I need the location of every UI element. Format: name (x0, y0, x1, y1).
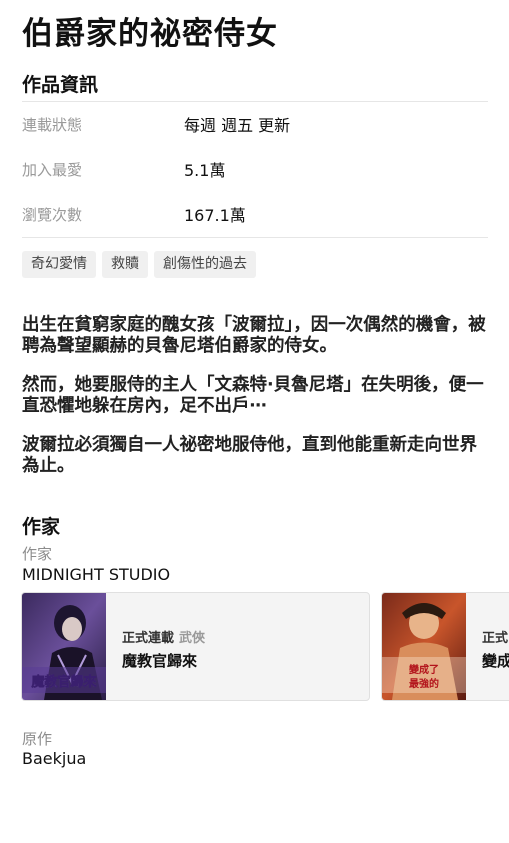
work-genre: 武俠 (179, 631, 206, 646)
work-status: 正式 (482, 631, 509, 646)
description-paragraph: 出生在貧窮家庭的醜女孩「波爾拉」，因一次偶然的機會，被聘為聲望顯赫的貝魯尼塔伯爵… (22, 315, 486, 356)
author-label: 作家 (22, 545, 53, 563)
info-value: 5.1萬 (184, 161, 226, 180)
divider (22, 237, 488, 238)
author-works-carousel[interactable]: 魔教官歸來 正式連載 武俠 魔教官歸來 變成了 最強的 正式 變 (21, 592, 509, 702)
info-row-favorites: 加入最愛 5.1萬 (22, 154, 488, 184)
work-title: 魔教官歸來 (122, 652, 198, 670)
info-value: 167.1萬 (184, 206, 246, 225)
svg-text:最強的: 最強的 (409, 677, 439, 690)
page-title: 伯爵家的祕密侍女 (22, 16, 278, 52)
info-section-title: 作品資訊 (22, 74, 99, 96)
description-paragraph: 波爾拉必須獨自一人祕密地服侍他，直到他能重新走向世界為止。 (22, 435, 477, 476)
info-label: 連載狀態 (22, 115, 83, 134)
divider (22, 101, 488, 102)
work-cover-image: 變成了 最強的 (382, 593, 466, 700)
description-paragraph: 然而，她要服侍的主人「文森特·貝魯尼塔」在失明後，便一直恐懼地躲在房內，足不出戶… (22, 375, 484, 416)
work-title: 變成 (482, 652, 509, 670)
svg-text:變成了: 變成了 (408, 663, 439, 676)
work-status: 正式連載 (122, 631, 175, 646)
original-label: 原作 (22, 730, 53, 748)
work-meta: 正式 (482, 627, 509, 646)
info-row-views: 瀏覽次數 167.1萬 (22, 199, 488, 229)
info-value: 每週 週五 更新 (184, 116, 291, 135)
tag-list: 奇幻愛情 救贖 創傷性的過去 (22, 251, 256, 278)
author-name[interactable]: MIDNIGHT STUDIO (22, 565, 170, 584)
work-meta: 正式連載 武俠 (122, 627, 205, 646)
author-section-title: 作家 (22, 516, 61, 538)
work-cover-image: 魔教官歸來 (22, 593, 106, 700)
genre-tag[interactable]: 創傷性的過去 (154, 251, 256, 278)
work-card[interactable]: 魔教官歸來 正式連載 武俠 魔教官歸來 (21, 592, 370, 701)
work-card[interactable]: 變成了 最強的 正式 變成 (381, 592, 509, 701)
info-label: 瀏覽次數 (22, 205, 83, 224)
info-row-serial-status: 連載狀態 每週 週五 更新 (22, 109, 488, 139)
genre-tag[interactable]: 奇幻愛情 (22, 251, 96, 278)
info-label: 加入最愛 (22, 160, 83, 179)
genre-tag[interactable]: 救贖 (102, 251, 148, 278)
original-author-name[interactable]: Baekjua (22, 749, 86, 768)
svg-text:魔教官歸來: 魔教官歸來 (31, 674, 97, 690)
